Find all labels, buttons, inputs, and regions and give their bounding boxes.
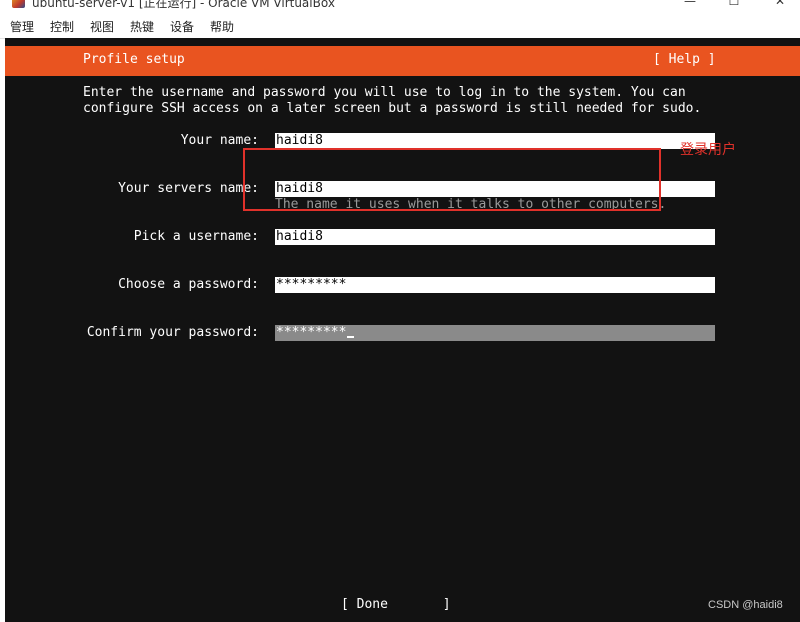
confirm-password-value: *********: [276, 325, 347, 340]
menu-control[interactable]: 控制: [50, 18, 74, 35]
window-title: ubuntu-server-v1 [正在运行] - Oracle VM Virt…: [32, 0, 335, 10]
menu-hotkeys[interactable]: 热键: [130, 18, 154, 35]
vm-screen[interactable]: Profile setup [ Help ] Enter the usernam…: [5, 38, 800, 622]
virtualbox-app-icon: [12, 0, 25, 8]
menu-view[interactable]: 视图: [90, 18, 114, 35]
confirm-password-label: Confirm your password:: [86, 325, 259, 340]
text-cursor: [347, 336, 355, 338]
confirm-password-input[interactable]: *********: [275, 325, 715, 341]
done-button[interactable]: [ Done ]: [341, 597, 451, 612]
your-name-label: Your name:: [180, 133, 259, 148]
username-input[interactable]: haidi8: [275, 229, 715, 245]
intro-line-2: configure SSH access on a later screen b…: [83, 101, 702, 116]
window-titlebar: ubuntu-server-v1 [正在运行] - Oracle VM Virt…: [0, 0, 800, 14]
intro-text: Enter the username and password you will…: [83, 85, 701, 117]
minimize-button[interactable]: —: [683, 0, 697, 8]
page-title: Profile setup: [83, 52, 185, 67]
vm-menubar: 管理 控制 视图 热键 设备 帮助: [0, 14, 800, 39]
intro-line-1: Enter the username and password you will…: [83, 85, 686, 100]
csdn-watermark: CSDN @haidi8: [708, 599, 783, 611]
help-button[interactable]: [ Help ]: [653, 52, 716, 67]
menu-help[interactable]: 帮助: [210, 18, 234, 35]
password-label: Choose a password:: [118, 277, 259, 292]
maximize-button[interactable]: ☐: [727, 0, 741, 8]
username-label: Pick a username:: [133, 229, 259, 244]
annotation-label: 登录用户: [680, 142, 736, 158]
menu-manage[interactable]: 管理: [10, 18, 34, 35]
annotation-highlight-box: [243, 148, 661, 211]
installer-header: Profile setup [ Help ]: [5, 46, 800, 76]
your-name-input[interactable]: haidi8: [275, 133, 715, 149]
server-name-label: Your servers name:: [118, 181, 259, 196]
close-button[interactable]: ✕: [773, 0, 787, 8]
password-input[interactable]: *********: [275, 277, 715, 293]
menu-devices[interactable]: 设备: [170, 18, 194, 35]
